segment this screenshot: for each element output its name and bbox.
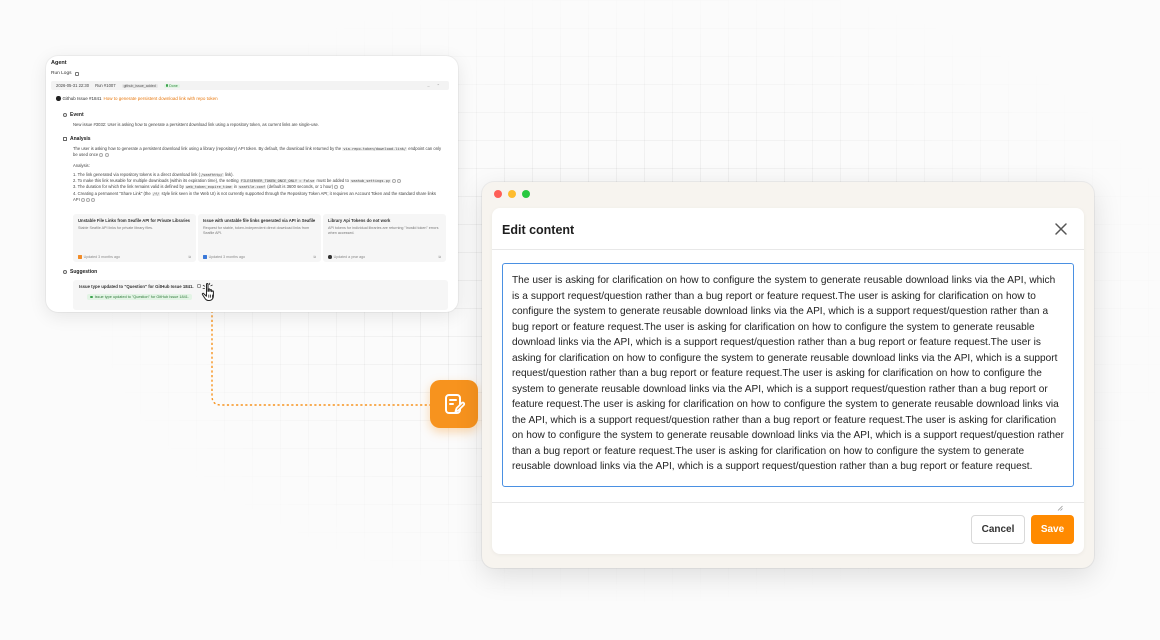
issue-header: Github Issue #1841 How to generate persi…	[56, 96, 218, 101]
eye-icon	[63, 113, 67, 117]
status-dot-icon	[165, 84, 169, 87]
analysis-heading: Analysis	[63, 136, 91, 142]
run-logs-header: Run Logs	[51, 71, 79, 76]
dialog-title: Edit content	[502, 223, 575, 237]
card-updated: Updated 3 months ago	[203, 255, 245, 259]
external-link-icon[interactable]: ⧉	[188, 255, 191, 259]
analysis-steps: 1. The link generated via repository tok…	[73, 172, 443, 203]
run-tag: github_issue_added	[121, 83, 158, 88]
run-controls-icon[interactable]: – ⌃	[427, 81, 443, 90]
suggestion-heading: Suggestion	[63, 269, 97, 275]
event-text: New issue #3032: User is asking how to g…	[73, 122, 320, 127]
save-button[interactable]: Save	[1031, 515, 1074, 544]
analysis-label: Analysis:	[73, 163, 90, 168]
edit-note-icon[interactable]	[430, 380, 478, 428]
run-entry[interactable]: 2026-05-31 22:30 Run #1007 github_issue_…	[51, 81, 449, 90]
github-icon	[328, 255, 332, 259]
card-title: Issue with unstable file links generated…	[203, 218, 316, 223]
content-textarea[interactable]: The user is asking for clarification on …	[502, 263, 1074, 487]
agent-panel: Agent Run Logs 2026-05-31 22:30 Run #100…	[46, 56, 458, 312]
list-item: 4. Creating a permanent "Share Link" (th…	[73, 190, 436, 202]
issue-title-link[interactable]: How to generate persistent download link…	[104, 96, 218, 101]
related-card[interactable]: Library Api Tokens do not work API token…	[323, 214, 446, 262]
suggestion-box: Issue type updated to "Question" for Git…	[73, 280, 448, 310]
run-id: Run #1007	[95, 83, 116, 88]
lightbulb-icon	[63, 270, 67, 274]
analysis-text: The user is asking how to generate a per…	[73, 146, 442, 158]
check-dot-icon	[90, 295, 93, 299]
edit-window: Edit content The user is asking for clar…	[482, 182, 1094, 568]
agent-title: Agent	[51, 60, 67, 66]
forum-icon	[203, 255, 207, 259]
close-window-button[interactable]	[494, 190, 502, 198]
list-icon	[63, 137, 67, 141]
cancel-button[interactable]: Cancel	[971, 515, 1025, 544]
edit-content-dialog: Edit content The user is asking for clar…	[492, 208, 1084, 554]
close-icon[interactable]	[1054, 222, 1068, 236]
card-desc: API tokens for individual libraries are …	[328, 225, 439, 235]
maximize-window-button[interactable]	[522, 190, 530, 198]
header-divider	[492, 249, 1084, 250]
external-link-icon[interactable]: ⧉	[438, 255, 441, 259]
card-desc: Request for stable, token-independent di…	[203, 225, 310, 235]
external-link-icon[interactable]: ⧉	[313, 255, 316, 259]
card-title: Library Api Tokens do not work	[328, 218, 391, 223]
footer-divider	[492, 502, 1084, 503]
run-datetime: 2026-05-31 22:30	[56, 83, 90, 88]
refresh-icon[interactable]	[74, 71, 79, 76]
status-badge: Done	[163, 83, 180, 88]
suggestion-title: Issue type updated to "Question" for Git…	[79, 284, 194, 289]
window-controls	[494, 190, 530, 198]
related-card[interactable]: Issue with unstable file links generated…	[198, 214, 321, 262]
seafile-icon	[78, 255, 82, 259]
card-updated: Updated a year ago	[328, 255, 365, 259]
related-card[interactable]: Unstable File Links from Seafile API for…	[73, 214, 196, 262]
event-heading: Event	[63, 112, 84, 118]
issue-number: Github Issue #1841	[62, 96, 102, 101]
run-logs-label: Run Logs	[51, 71, 72, 76]
resize-grip-icon[interactable]	[1057, 505, 1063, 511]
card-updated: Updated 3 months ago	[78, 255, 120, 259]
github-icon	[56, 96, 61, 101]
suggestion-pill: Issue type updated to "Question" for Git…	[87, 294, 192, 300]
card-desc: Stable Seafile API links for private lib…	[78, 225, 154, 230]
hand-pointer-icon	[201, 282, 214, 301]
card-title: Unstable File Links from Seafile API for…	[78, 218, 191, 223]
minimize-window-button[interactable]	[508, 190, 516, 198]
